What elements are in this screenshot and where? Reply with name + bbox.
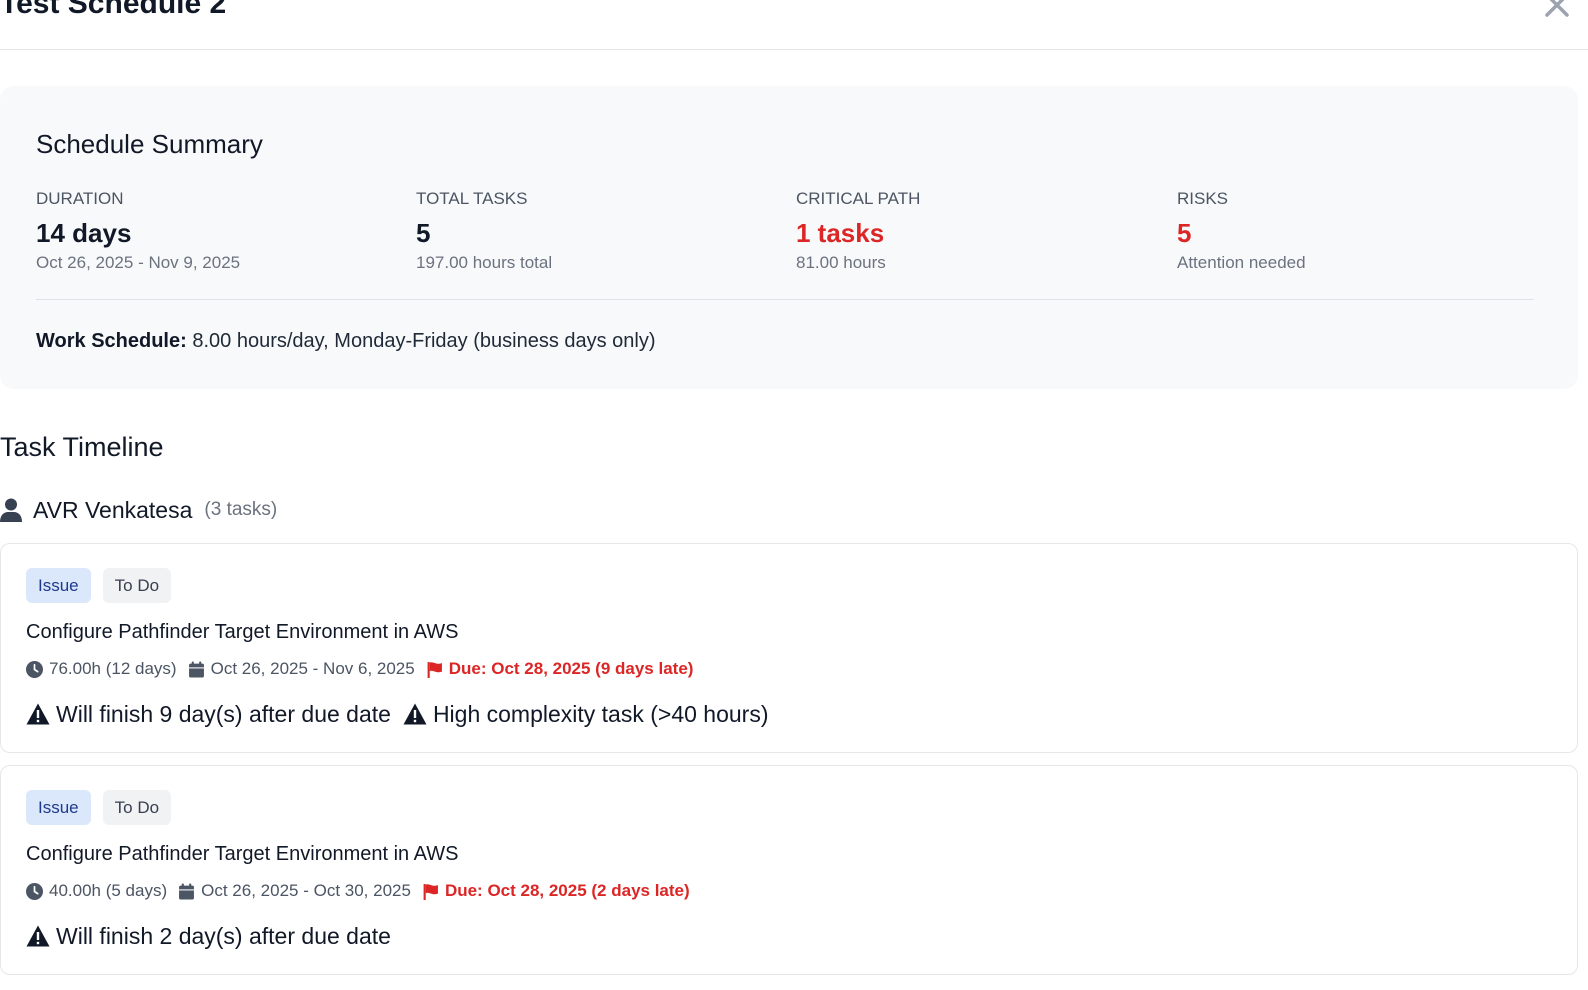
metric-sub: Oct 26, 2025 - Nov 9, 2025 <box>36 253 241 272</box>
work-schedule-value: 8.00 hours/day, Monday-Friday (business … <box>192 330 656 352</box>
flag-icon <box>427 661 442 678</box>
task-meta: 76.00h (12 days) Oct 26, 2025 - Nov 6, 2… <box>26 657 693 681</box>
modal-header: Test Schedule 2 <box>0 0 1588 50</box>
warning-icon <box>26 925 50 947</box>
close-icon <box>1545 0 1569 17</box>
metric-value: 5 <box>416 218 431 248</box>
task-meta: 40.00h (5 days) Oct 26, 2025 - Oct 30, 2… <box>26 879 690 903</box>
task-timeline-title: Task Timeline <box>0 432 164 462</box>
summary-divider <box>36 299 1534 300</box>
task-dates: Oct 26, 2025 - Nov 6, 2025 <box>210 659 415 678</box>
task-dates: Oct 26, 2025 - Oct 30, 2025 <box>201 881 411 900</box>
task-badges: Issue To Do <box>26 568 183 603</box>
task-card[interactable]: Issue To Do Configure Pathfinder Target … <box>0 543 1578 753</box>
task-due-date: Due: Oct 28, 2025 (2 days late) <box>444 881 690 900</box>
metric-total-tasks: TOTAL TASKS 5 197.00 hours total <box>416 188 776 274</box>
warning-text: High complexity task (>40 hours) <box>432 700 769 727</box>
task-badges: Issue To Do <box>26 790 183 825</box>
metric-risks: RISKS 5 Attention needed <box>1177 188 1537 274</box>
work-schedule-label: Work Schedule: <box>36 330 187 352</box>
metric-critical-path: CRITICAL PATH 1 tasks 81.00 hours <box>796 188 1156 274</box>
metric-label: TOTAL TASKS <box>416 189 528 208</box>
work-schedule: Work Schedule: 8.00 hours/day, Monday-Fr… <box>36 327 656 355</box>
warning-icon <box>403 703 427 725</box>
task-status-badge: To Do <box>102 568 172 603</box>
close-button[interactable] <box>1542 0 1572 20</box>
metric-value: 14 days <box>36 218 132 248</box>
calendar-icon <box>179 883 195 899</box>
calendar-icon <box>188 661 204 677</box>
clock-icon <box>26 882 43 900</box>
assignee-group-header: AVR Venkatesa (3 tasks) <box>0 495 277 525</box>
task-title[interactable]: Configure Pathfinder Target Environment … <box>26 619 458 645</box>
flag-icon <box>423 883 438 900</box>
task-card[interactable]: Issue To Do Configure Pathfinder Target … <box>0 765 1578 975</box>
summary-title: Schedule Summary <box>36 129 263 159</box>
metric-label: CRITICAL PATH <box>796 189 921 208</box>
task-status-badge: To Do <box>102 790 172 825</box>
task-type-badge: Issue <box>26 790 91 825</box>
metric-sub: 81.00 hours <box>796 253 886 272</box>
user-icon <box>0 498 22 522</box>
task-title[interactable]: Configure Pathfinder Target Environment … <box>26 841 458 867</box>
metric-duration: DURATION 14 days Oct 26, 2025 - Nov 9, 2… <box>36 188 396 274</box>
modal-title: Test Schedule 2 <box>0 0 227 20</box>
warning-text: Will finish 9 day(s) after due date <box>56 700 391 727</box>
assignee-name: AVR Venkatesa <box>33 497 193 523</box>
metric-label: RISKS <box>1177 189 1229 208</box>
metric-sub: Attention needed <box>1177 253 1306 272</box>
assignee-task-count: (3 tasks) <box>204 499 278 520</box>
warning-icon <box>26 703 50 725</box>
task-hours: 76.00h (12 days) <box>49 659 177 678</box>
metric-label: DURATION <box>36 189 124 208</box>
metric-value: 1 tasks <box>796 218 885 248</box>
task-warnings: Will finish 9 day(s) after due date High… <box>26 698 769 730</box>
task-type-badge: Issue <box>26 568 91 603</box>
task-hours: 40.00h (5 days) <box>49 881 168 900</box>
metric-sub: 197.00 hours total <box>416 253 553 272</box>
task-due-date: Due: Oct 28, 2025 (9 days late) <box>448 659 694 678</box>
task-warnings: Will finish 2 day(s) after due date <box>26 920 391 952</box>
warning-text: Will finish 2 day(s) after due date <box>56 922 391 949</box>
clock-icon <box>26 660 43 678</box>
metric-value: 5 <box>1177 218 1192 248</box>
